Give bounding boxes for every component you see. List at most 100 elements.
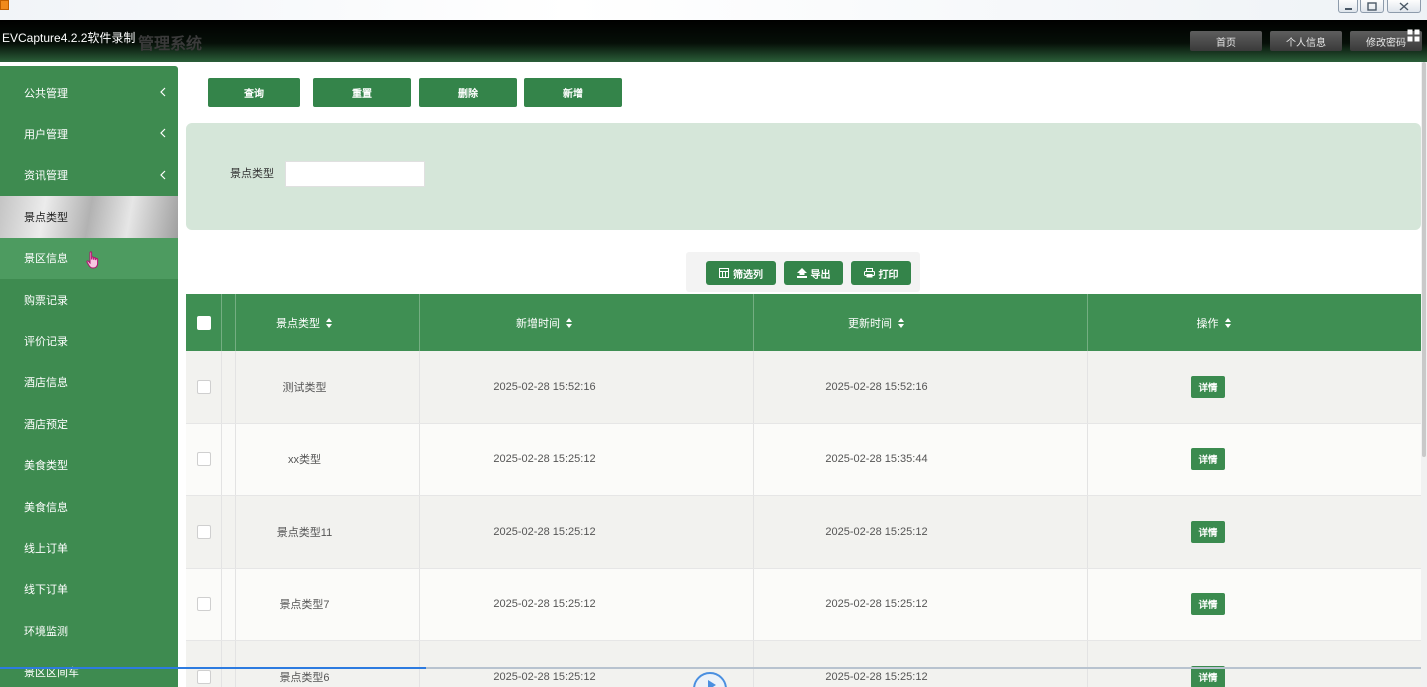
chevron-left-icon	[160, 128, 166, 138]
attraction-type-search-input[interactable]	[285, 161, 425, 187]
sidebar-item-hotel-booking[interactable]: 酒店预定	[0, 403, 178, 444]
details-button[interactable]: 详情	[1191, 593, 1225, 616]
profile-button-label: 个人信息	[1286, 37, 1326, 49]
profile-button[interactable]: 个人信息	[1270, 31, 1342, 51]
home-button[interactable]: 首页	[1190, 31, 1262, 51]
row-checkbox[interactable]	[196, 524, 211, 539]
header-spacer-cell	[222, 294, 236, 351]
export-button[interactable]: 导出	[784, 261, 843, 285]
created-time-value: 2025-02-28 15:52:16	[493, 380, 596, 393]
column-header-actions[interactable]: 操作	[1088, 294, 1421, 351]
play-button[interactable]	[693, 672, 727, 687]
column-header-label: 新增时间	[516, 317, 560, 330]
column-header-label: 更新时间	[848, 317, 892, 330]
created-time-value: 2025-02-28 15:25:12	[493, 598, 596, 611]
row-spacer-cell	[222, 568, 236, 640]
created-time-value: 2025-02-28 15:25:12	[493, 453, 596, 466]
sidebar-item-label: 美食信息	[24, 501, 68, 514]
sort-icon[interactable]	[566, 317, 573, 328]
select-all-cell	[186, 294, 222, 351]
hand-cursor-icon	[86, 251, 99, 269]
sort-icon[interactable]	[1224, 317, 1232, 328]
row-checkbox[interactable]	[196, 452, 211, 467]
sidebar-item-environment-monitoring[interactable]: 环境监测	[0, 610, 178, 651]
attraction-type-cell: xx类型	[236, 423, 420, 495]
sidebar-item-public-management[interactable]: 公共管理	[0, 72, 178, 113]
action-cell: 详情	[1088, 569, 1421, 641]
sidebar-item-food-type[interactable]: 美食类型	[0, 445, 178, 486]
sidebar-item-food-info[interactable]: 美食信息	[0, 486, 178, 527]
grid-icon[interactable]	[1407, 29, 1420, 42]
chevron-left-icon	[160, 87, 166, 97]
recording-watermark: EVCapture4.2.2软件录制	[2, 31, 136, 45]
sidebar-item-hotel-info[interactable]: 酒店信息	[0, 362, 178, 403]
columns-icon	[719, 268, 729, 278]
export-label: 导出	[810, 269, 831, 281]
vertical-scrollbar[interactable]	[1421, 62, 1427, 687]
column-header-attraction-type[interactable]: 景点类型	[236, 294, 420, 351]
filter-columns-button[interactable]: 筛选列	[706, 261, 776, 285]
updated-time-cell: 2025-02-28 15:35:44	[754, 423, 1088, 495]
top-header: 管理系统 EVCapture4.2.2软件录制 首页 个人信息 修改密码	[0, 20, 1427, 62]
close-button[interactable]	[1387, 0, 1421, 13]
sidebar-item-offline-orders[interactable]: 线下订单	[0, 569, 178, 610]
minimize-icon	[1344, 7, 1352, 10]
system-title: 管理系统	[138, 36, 203, 53]
created-time-cell: 2025-02-28 15:25:12	[420, 568, 754, 640]
play-icon	[708, 680, 716, 687]
recording-progress-fill	[0, 667, 427, 669]
details-button[interactable]: 详情	[1191, 448, 1225, 471]
updated-time-cell: 2025-02-28 15:25:12	[754, 496, 1088, 568]
home-button-label: 首页	[1216, 37, 1236, 49]
sidebar-item-news-management[interactable]: 资讯管理	[0, 155, 178, 196]
column-header-label: 景点类型	[276, 317, 320, 330]
maximize-button[interactable]	[1360, 0, 1384, 13]
column-header-created-time[interactable]: 新增时间	[420, 294, 754, 351]
recording-progress-bar[interactable]	[0, 667, 1421, 669]
row-checkbox[interactable]	[196, 379, 211, 394]
print-button[interactable]: 打印	[851, 261, 911, 285]
sidebar-item-user-management[interactable]: 用户管理	[0, 113, 178, 154]
row-spacer-cell	[222, 496, 236, 568]
delete-button-label: 删除	[458, 89, 478, 100]
row-select-cell	[186, 568, 222, 640]
scrollbar-thumb[interactable]	[1422, 62, 1426, 457]
sidebar-item-review-records[interactable]: 评价记录	[0, 320, 178, 361]
minimize-button[interactable]	[1338, 0, 1358, 13]
sidebar-item-attraction-type[interactable]: 景点类型	[0, 196, 178, 238]
sidebar-item-label: 景区信息	[24, 253, 68, 266]
sort-icon[interactable]	[898, 317, 905, 328]
attraction-type-value: 测试类型	[282, 381, 327, 394]
reset-button-label: 重置	[352, 89, 372, 100]
reset-button[interactable]: 重置	[313, 78, 411, 107]
updated-time-value: 2025-02-28 15:25:12	[825, 598, 928, 611]
row-checkbox[interactable]	[196, 597, 211, 612]
sidebar-item-label: 酒店信息	[24, 377, 68, 390]
app-icon	[0, 0, 9, 10]
sidebar-item-online-orders[interactable]: 线上订单	[0, 527, 178, 568]
sort-icon[interactable]	[326, 317, 333, 328]
add-button-label: 新增	[563, 89, 583, 100]
select-all-checkbox[interactable]	[196, 315, 211, 330]
attraction-type-value: xx类型	[288, 454, 321, 467]
close-icon	[1399, 1, 1409, 11]
sidebar-item-label: 评价记录	[24, 336, 68, 349]
add-button[interactable]: 新增	[524, 78, 622, 107]
export-icon	[796, 268, 807, 278]
search-panel: 景点类型	[186, 123, 1421, 230]
row-spacer-cell	[222, 351, 236, 423]
attraction-type-cell: 测试类型	[236, 351, 420, 423]
query-button[interactable]: 查询	[208, 78, 300, 107]
data-table: 景点类型 新增时间 更新时间 操作 测试类型 2025-02-28 15:52:…	[186, 294, 1421, 687]
created-time-value: 2025-02-28 15:25:12	[493, 525, 596, 538]
delete-button[interactable]: 删除	[419, 78, 517, 107]
table-row: 测试类型 2025-02-28 15:52:16 2025-02-28 15:5…	[186, 351, 1421, 424]
details-button[interactable]: 详情	[1191, 375, 1225, 398]
sidebar-item-ticket-records[interactable]: 购票记录	[0, 279, 178, 320]
column-header-updated-time[interactable]: 更新时间	[754, 294, 1088, 351]
window-titlebar	[0, 0, 1427, 20]
table-row: 景点类型11 2025-02-28 15:25:12 2025-02-28 15…	[186, 496, 1421, 569]
attraction-type-cell: 景点类型7	[236, 568, 420, 640]
created-time-cell: 2025-02-28 15:25:12	[420, 423, 754, 495]
details-button[interactable]: 详情	[1191, 520, 1225, 543]
